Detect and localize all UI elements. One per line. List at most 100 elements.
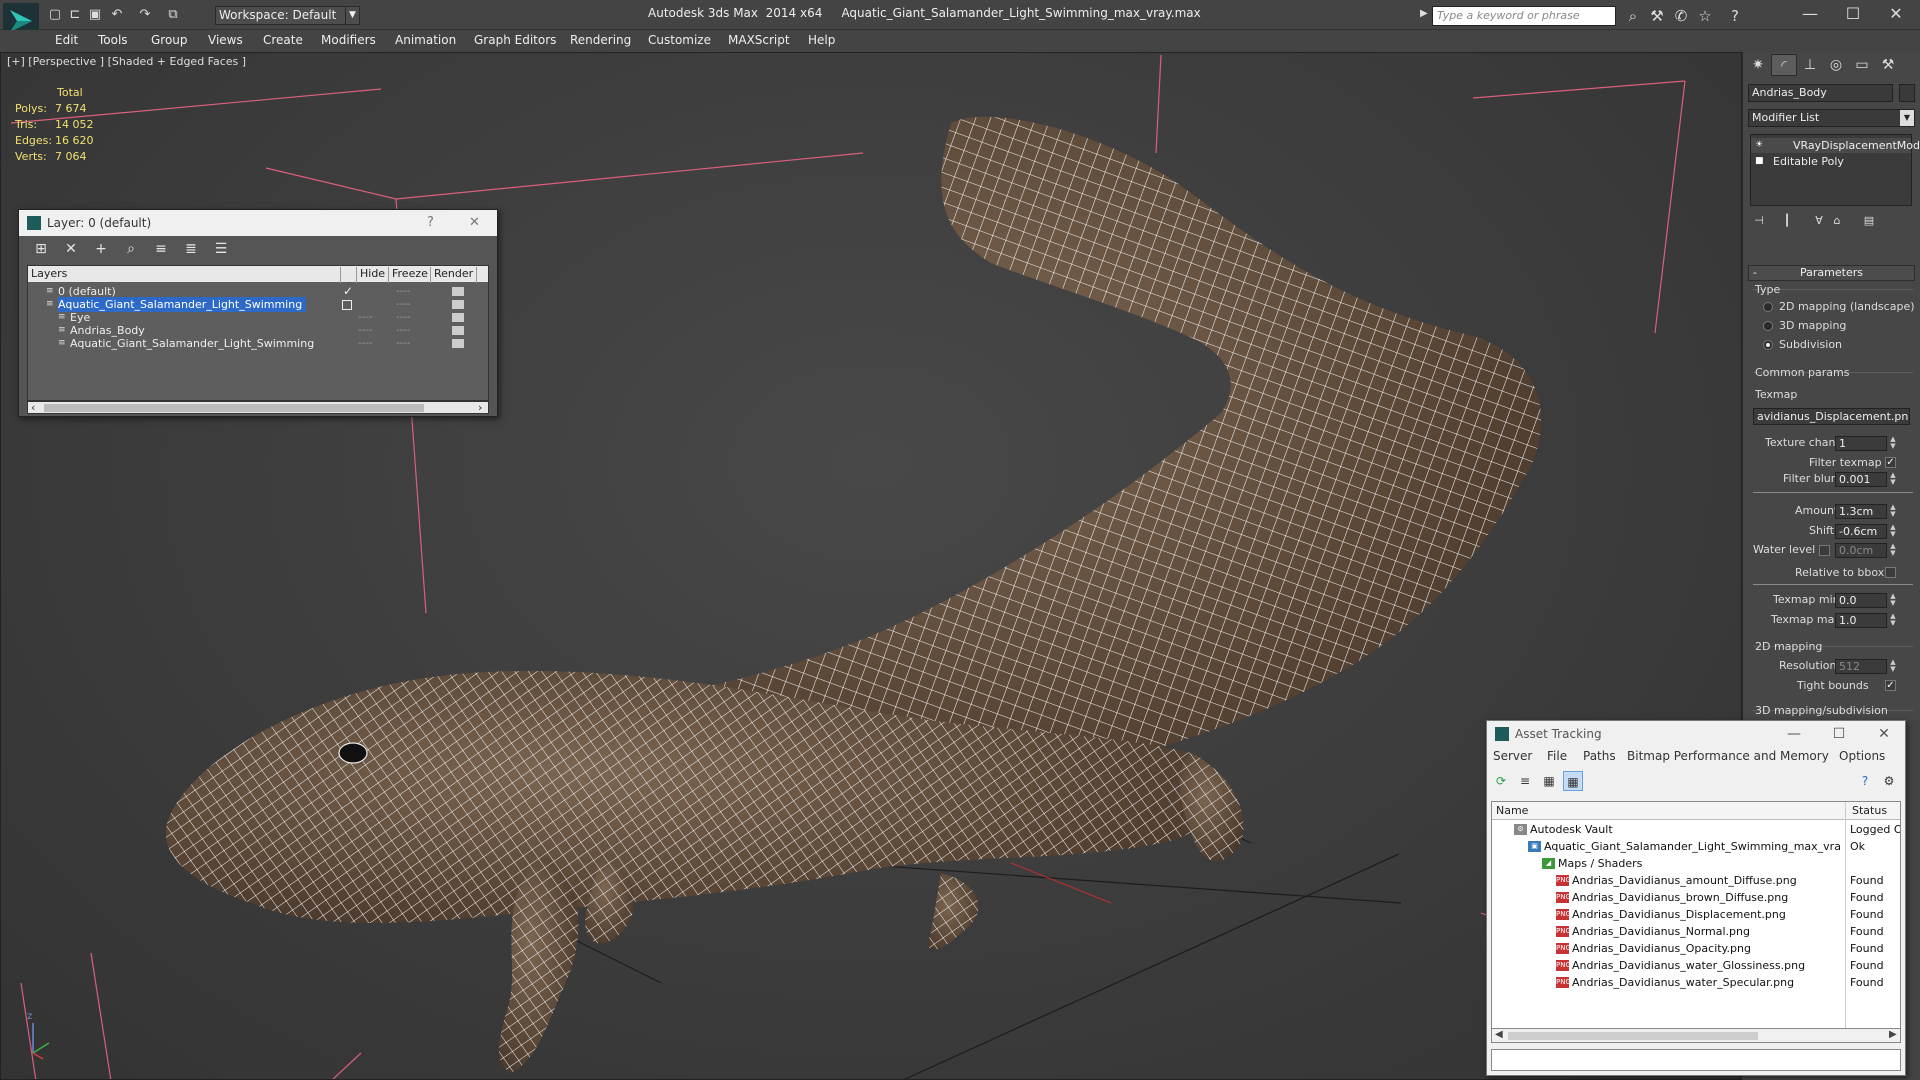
scroll-left-icon[interactable]: ‹ [31,401,35,414]
asset-row[interactable]: PNG Andrias_Davidianus_Opacity.png Found [1492,940,1900,957]
radio-subdivision[interactable] [1763,340,1773,350]
maximize-icon[interactable]: ☐ [1824,721,1854,747]
scroll-left-icon[interactable]: ◀ [1495,1029,1503,1040]
layer-dialog-titlebar[interactable]: Layer: 0 (default) ? ✕ [19,210,497,236]
refresh-icon[interactable]: ⟳ [1491,771,1511,791]
render-teapot-icon[interactable] [452,287,464,296]
asset-row[interactable]: PNG Andrias_Davidianus_Normal.png Found [1492,923,1900,940]
make-unique-icon[interactable]: ∀ [1810,212,1828,230]
motion-tab-icon[interactable]: ◎ [1823,54,1849,76]
filter-blur-spinner[interactable]: 0.001 [1835,472,1887,487]
help-icon[interactable]: ? [1724,7,1746,25]
texture-chan-spinner[interactable]: 1 [1835,436,1887,451]
search-expand-icon[interactable]: ▶ [1420,8,1428,19]
show-end-result-icon[interactable]: ┃ [1778,212,1796,230]
asset-tracking-titlebar[interactable]: Asset Tracking — ☐ ✕ [1487,721,1905,747]
render-teapot-icon[interactable] [452,300,464,309]
help-icon[interactable]: ? [1855,771,1875,791]
scroll-right-icon[interactable]: ▶ [1889,1029,1897,1040]
remove-modifier-icon[interactable]: ⌂ [1828,212,1846,230]
pin-stack-icon[interactable]: ⊣ [1750,212,1768,230]
column-layers[interactable]: Layers [31,267,67,280]
texmap-button[interactable]: avidianus_Displacement.png) [1753,408,1910,425]
relative-bbox-checkbox[interactable] [1885,567,1896,578]
spinner-arrows-icon[interactable]: ▲ ▼ [1889,436,1897,451]
render-teapot-icon[interactable] [452,339,464,348]
new-file-icon[interactable]: ▢ [46,7,64,23]
hierarchy-tab-icon[interactable]: ⊥ [1797,54,1823,76]
menu-maxscript[interactable]: MAXScript [728,33,790,47]
scroll-thumb[interactable] [44,404,424,412]
list-view-icon[interactable]: ≡ [1515,771,1535,791]
close-icon[interactable]: ✕ [1876,2,1916,26]
create-tab-icon[interactable]: ✷ [1745,54,1771,76]
menu-animation[interactable]: Animation [395,33,456,47]
menu-options[interactable]: Options [1839,749,1885,763]
favorites-star-icon[interactable]: ☆ [1694,7,1716,25]
texmap-min-spinner[interactable]: 0.0 [1835,593,1887,608]
radio-subdivision-label[interactable]: Subdivision [1779,338,1842,351]
water-level-spinner[interactable]: 0.0cm [1835,543,1887,558]
project-folder-icon[interactable]: ⧉ [164,7,182,23]
scroll-right-icon[interactable]: › [478,401,482,414]
layer-horizontal-scrollbar[interactable]: ‹ › [27,401,489,414]
grid-view-icon[interactable]: ▦ [1563,771,1583,791]
render-teapot-icon[interactable] [452,313,464,322]
render-teapot-icon[interactable] [452,326,464,335]
close-button[interactable]: ✕ [469,210,480,236]
menu-paths[interactable]: Paths [1583,749,1616,763]
minimize-icon[interactable]: — [1790,2,1830,26]
subscription-icon[interactable]: ⚒ [1646,7,1668,25]
help-button[interactable]: ? [427,210,434,236]
texmap-max-spinner[interactable]: 1.0 [1835,613,1887,628]
column-freeze[interactable]: Freeze [392,267,428,280]
maximize-icon[interactable]: ☐ [1833,2,1873,26]
asset-horizontal-scrollbar[interactable]: ◀ ▶ [1491,1029,1901,1043]
viewport-label[interactable]: [+] [Perspective ] [Shaded + Edged Faces… [7,55,246,68]
amount-spinner[interactable]: 1.3cm [1835,504,1887,519]
hide-toggle[interactable] [342,300,352,310]
binoculars-icon[interactable]: ⌕ [1622,7,1644,25]
asset-row[interactable]: ◢ Maps / Shaders [1492,855,1900,872]
radio-3d-mapping-label[interactable]: 3D mapping [1779,319,1846,332]
search-input[interactable]: Type a keyword or phrase [1432,6,1616,26]
layer-row[interactable]: ≡ Aquatic_Giant_Salamander_Light_Swimming… [28,336,488,352]
spinner-arrows-icon[interactable]: ▲ ▼ [1889,543,1897,558]
display-tab-icon[interactable]: ▭ [1849,54,1875,76]
asset-row[interactable]: PNG Andrias_Davidianus_water_Glossiness.p… [1492,957,1900,974]
minimize-icon[interactable]: — [1779,721,1809,747]
menu-graph-editors[interactable]: Graph Editors [474,33,556,47]
radio-3d-mapping[interactable] [1763,321,1773,331]
menu-views[interactable]: Views [208,33,243,47]
menu-modifiers[interactable]: Modifiers [321,33,376,47]
freeze-toggle[interactable]: ---- [396,336,410,351]
stack-item-vray-displacement[interactable]: ☀ VRayDisplacementMod [1751,138,1920,153]
perspective-viewport[interactable]: z [+] [Perspective ] [Shaded + Edged Fac… [0,52,1742,1080]
communication-icon[interactable]: ✆ [1670,7,1692,25]
scroll-thumb[interactable] [1508,1032,1758,1040]
select-objects-in-layer-icon[interactable]: ⌕ [121,240,141,258]
new-layer-icon[interactable]: ⊞ [31,240,51,258]
shift-spinner[interactable]: -0.6cm [1835,524,1887,539]
menu-create[interactable]: Create [263,33,303,47]
column-render[interactable]: Render [434,267,473,280]
expand-box-icon[interactable]: ■ [1755,156,1765,166]
menu-server[interactable]: Server [1493,749,1532,763]
asset-row[interactable]: ▣ Aquatic_Giant_Salamander_Light_Swimming… [1492,838,1900,855]
asset-row[interactable]: PNG Andrias_Davidianus_brown_Diffuse.png F… [1492,889,1900,906]
layer-name[interactable]: Aquatic_Giant_Salamander_Light_Swimming [70,336,318,351]
asset-row[interactable]: PNG Andrias_Davidianus_water_Specular.png… [1492,974,1900,991]
parameters-rollout-header[interactable]: - Parameters [1748,265,1915,281]
menu-rendering[interactable]: Rendering [570,33,631,47]
utilities-tab-icon[interactable]: ⚒ [1875,54,1901,76]
open-file-icon[interactable]: ⊏ [66,7,84,23]
tight-bounds-checkbox[interactable]: ✓ [1885,680,1896,691]
menu-file[interactable]: File [1547,749,1567,763]
asset-row[interactable]: PNG Andrias_Davidianus_Displacement.png Fo… [1492,906,1900,923]
lightbulb-icon[interactable]: ☀ [1755,140,1765,150]
stack-item-editable-poly[interactable]: ■ Editable Poly [1751,154,1911,169]
resolution-spinner[interactable]: 512 [1835,659,1887,674]
close-icon[interactable]: ✕ [1869,721,1899,747]
menu-customize[interactable]: Customize [648,33,711,47]
menu-group[interactable]: Group [151,33,188,47]
